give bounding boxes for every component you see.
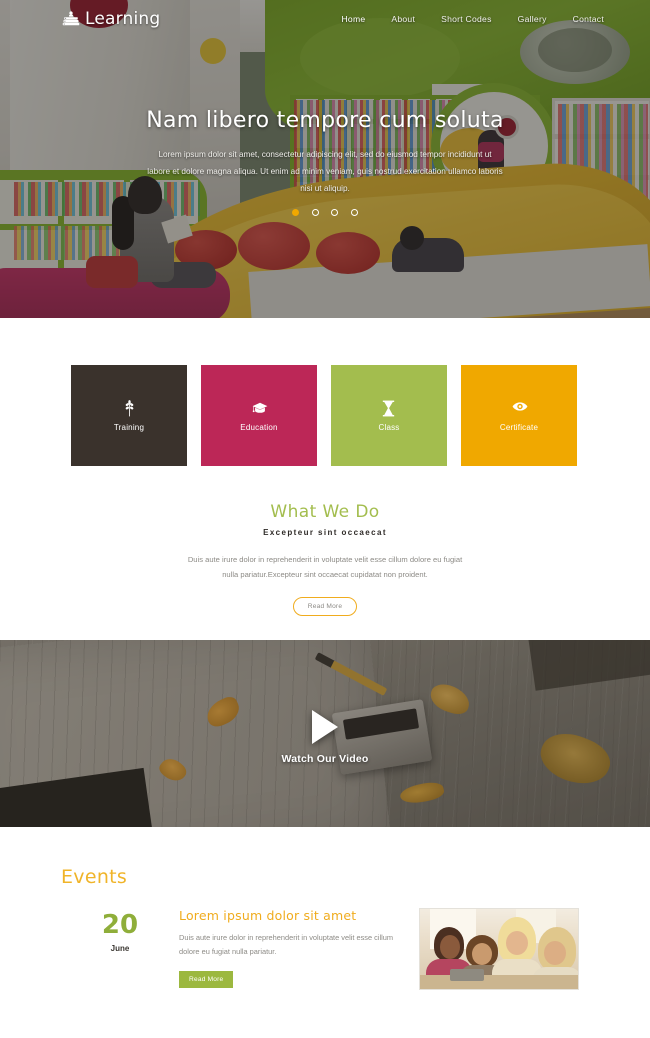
events-title: Events (61, 866, 128, 888)
wheat-plant-icon (122, 399, 137, 417)
event-read-more-button[interactable]: Read More (179, 970, 234, 988)
brand-name: Learning (85, 9, 161, 29)
graduation-cap-icon (252, 400, 267, 417)
events-section: Events 20 June Lorem ipsum dolor sit ame… (0, 827, 650, 1038)
services-row: Training Education Class Certificate (71, 365, 577, 466)
brand-logo[interactable]: Learning (62, 9, 160, 29)
nav-item-contact[interactable]: Contact (573, 14, 604, 24)
hero-content: Nam libero tempore cum soluta Lorem ipsu… (0, 108, 650, 197)
nav-item-home[interactable]: Home (341, 14, 365, 24)
service-tile-training[interactable]: Training (71, 365, 187, 466)
play-triangle-icon[interactable] (312, 710, 338, 744)
event-date: 20 June (61, 908, 179, 990)
event-title[interactable]: Lorem ipsum dolor sit amet (179, 908, 397, 923)
service-tile-class[interactable]: Class (331, 365, 447, 466)
hero-slider: Learning Home About Short Codes Gallery … (0, 0, 650, 318)
video-label: Watch Our Video (281, 753, 369, 765)
hero-description: Lorem ipsum dolor sit amet, consectetur … (147, 150, 503, 193)
service-label: Training (113, 422, 145, 432)
read-more-button[interactable]: Read More (292, 596, 358, 616)
slider-dot-3[interactable] (331, 209, 339, 217)
event-body: Lorem ipsum dolor sit amet Duis aute iru… (179, 908, 397, 990)
nav-item-about[interactable]: About (391, 14, 415, 24)
service-tile-certificate[interactable]: Certificate (461, 365, 577, 466)
nav-menu: Home About Short Codes Gallery Contact (341, 14, 604, 24)
slider-pagination (0, 204, 650, 222)
event-day: 20 (101, 910, 139, 940)
service-label: Education (240, 422, 278, 432)
what-we-do-section: What We Do Excepteur sint occaecat Duis … (0, 502, 650, 616)
eye-icon (512, 400, 527, 417)
service-label: Certificate (499, 422, 539, 432)
event-month: June (110, 944, 130, 953)
service-label: Class (378, 422, 400, 432)
nav-item-gallery[interactable]: Gallery (518, 14, 547, 24)
video-play-area[interactable]: Watch Our Video (0, 710, 650, 765)
slider-dot-2[interactable] (311, 209, 319, 217)
video-section[interactable]: Watch Our Video (0, 640, 650, 827)
event-item: 20 June Lorem ipsum dolor sit amet Duis … (61, 908, 591, 990)
main-navigation: Learning Home About Short Codes Gallery … (0, 0, 650, 38)
books-icon (62, 10, 80, 28)
hourglass-icon (382, 400, 397, 417)
slider-dot-1[interactable] (292, 209, 300, 217)
section-title: What We Do (270, 502, 380, 522)
event-description: Duis aute irure dolor in reprehenderit i… (179, 933, 394, 957)
event-thumbnail[interactable] (419, 908, 579, 990)
service-tile-education[interactable]: Education (201, 365, 317, 466)
nav-item-short-codes[interactable]: Short Codes (441, 14, 492, 24)
hero-title: Nam libero tempore cum soluta (146, 108, 504, 133)
slider-dot-4[interactable] (350, 209, 358, 217)
section-description: Duis aute irure dolor in reprehenderit i… (187, 555, 463, 579)
section-subtitle: Excepteur sint occaecat (263, 528, 387, 537)
